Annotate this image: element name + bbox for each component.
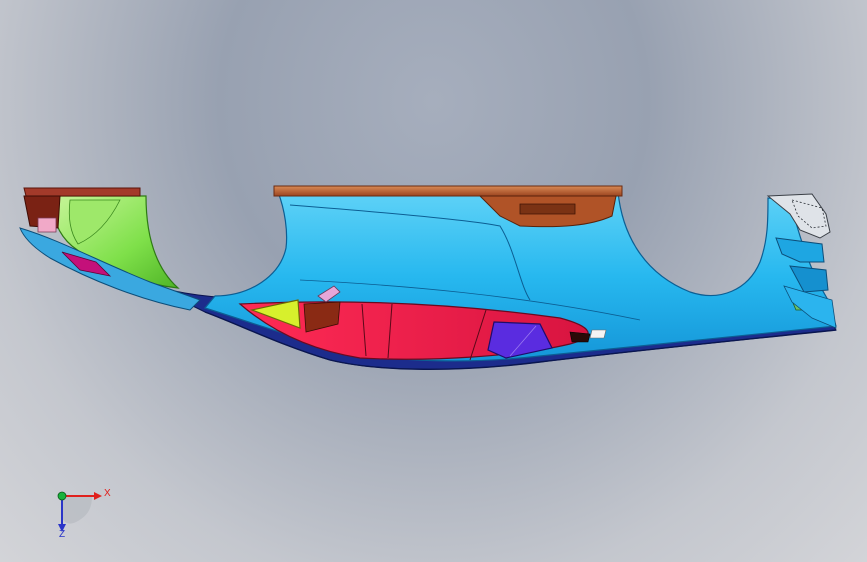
graphics-viewport[interactable]: X Z: [0, 0, 867, 562]
x-axis-label: X: [104, 488, 111, 499]
white-tab: [589, 329, 607, 339]
rim-bracket-inner: [519, 203, 576, 215]
coordinate-triad: X Z: [40, 478, 120, 548]
cad-part-model[interactable]: [0, 0, 867, 562]
left-pink-tab: [37, 217, 57, 233]
triad-shadow: [62, 496, 92, 524]
dark-tab: [569, 331, 591, 343]
x-arrowhead-icon: [94, 492, 102, 500]
z-axis-label: Z: [59, 529, 66, 540]
top-rim: [273, 185, 623, 197]
left-rim: [23, 187, 141, 197]
y-axis-icon: [57, 491, 67, 501]
